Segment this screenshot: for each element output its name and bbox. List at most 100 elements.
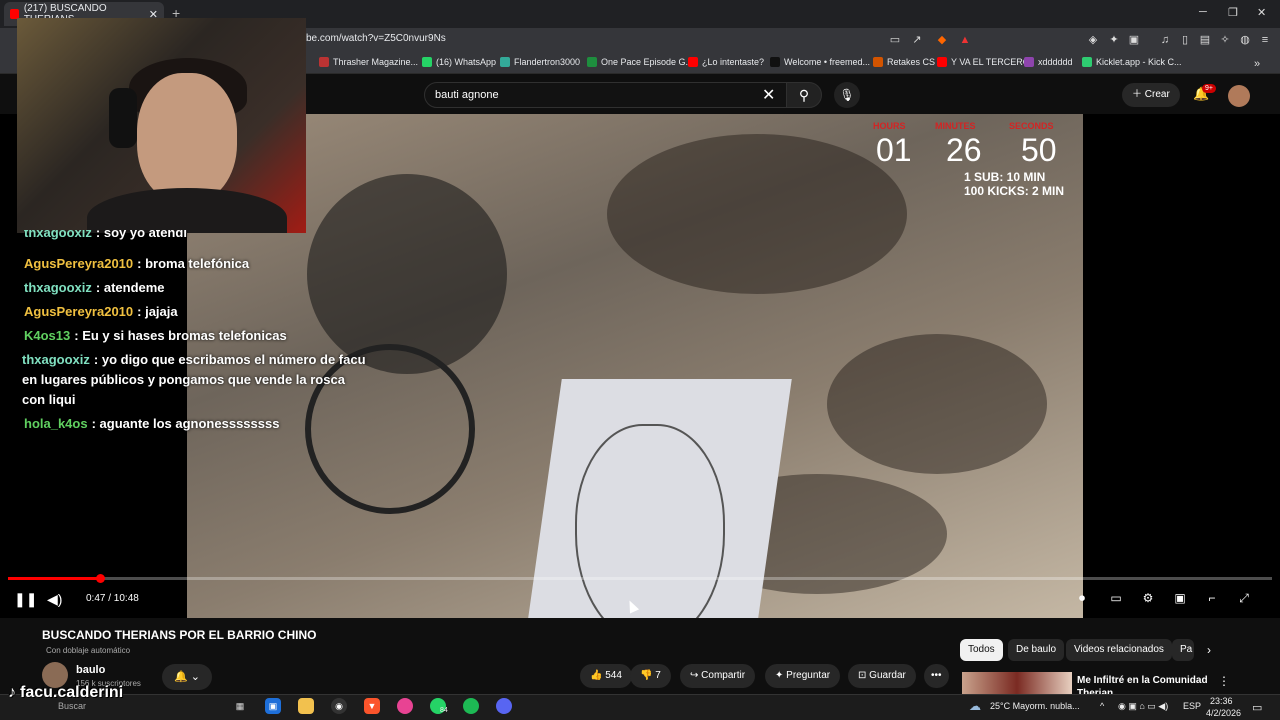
kicks-info-line: 100 KICKS: 2 MIN — [964, 184, 1065, 198]
bookmark-item[interactable]: Thrasher Magazine... — [319, 57, 418, 67]
app-icon[interactable] — [397, 698, 413, 714]
channel-name[interactable]: baulo — [76, 664, 105, 676]
chat-text: : jajaja — [137, 304, 178, 319]
chip-related[interactable]: Videos relacionados — [1066, 639, 1172, 661]
thumbs-down-icon: 👎 — [640, 670, 656, 681]
brave-icon[interactable]: ▼ — [364, 698, 380, 714]
search-button[interactable]: ⚲ — [786, 82, 822, 108]
menu-icon[interactable]: ≡ — [1258, 33, 1272, 47]
bookmark-favicon-icon — [770, 57, 780, 67]
taskbar-search[interactable]: Buscar — [58, 701, 86, 711]
volume-icon[interactable]: ◀) — [47, 591, 62, 608]
progress-fill — [8, 577, 100, 580]
task-view-icon[interactable]: ▦ — [232, 698, 248, 714]
tray-icons[interactable]: ◉ ▣ ⌂ ▭ ◀) — [1118, 701, 1168, 712]
bookmark-item[interactable]: Welcome • freemed... — [770, 57, 870, 67]
bookmark-label: Thrasher Magazine... — [333, 57, 419, 67]
progress-scrubber[interactable] — [96, 574, 105, 583]
language-indicator[interactable]: ESP — [1183, 701, 1201, 711]
bookmark-label: xdddddd — [1038, 57, 1073, 67]
chevron-right-icon[interactable]: › — [1207, 643, 1211, 657]
bookmark-favicon-icon — [587, 57, 597, 67]
watermark-handle: facu.calderini — [20, 684, 124, 701]
obs-icon[interactable]: ◉ — [331, 698, 347, 714]
timer-minutes-label: MINUTES — [935, 121, 976, 131]
save-label: Guardar — [869, 670, 906, 681]
puzzle-icon[interactable]: ✦ — [1107, 33, 1121, 47]
bookmark-favicon-icon — [1024, 57, 1034, 67]
account-avatar[interactable] — [1228, 85, 1250, 107]
rewards-icon[interactable]: ▲ — [958, 33, 972, 47]
bookmark-item[interactable]: Kicklet.app - Kick C... — [1082, 57, 1182, 67]
brave-shield-icon[interactable]: ◆ — [935, 33, 949, 47]
voice-search-button[interactable]: 🎙 — [834, 82, 860, 108]
create-button[interactable]: ＋ Crear — [1122, 83, 1180, 107]
cast-icon[interactable]: ⌐ — [1203, 591, 1221, 607]
bookmark-item[interactable]: (16) WhatsApp — [422, 57, 496, 67]
vpn-icon[interactable]: ◍ — [1238, 33, 1252, 47]
dislike-button[interactable]: 👎 7 — [630, 664, 671, 688]
bookmark-item[interactable]: One Pace Episode G... — [587, 57, 693, 67]
timer-minutes: 26 — [946, 132, 982, 168]
bookmark-item[interactable]: ¿Lo intentaste? — [688, 57, 764, 67]
theater-mode-icon[interactable]: ▣ — [1171, 591, 1189, 607]
url-field[interactable]: be.com/watch?v=Z5C0nvur9Ns — [306, 33, 446, 44]
close-window-button[interactable]: ✕ — [1257, 6, 1266, 19]
subscribed-bell-button[interactable]: 🔔 ⌄ — [162, 664, 212, 690]
chip-from-channel[interactable]: De baulo — [1008, 639, 1065, 661]
clock-date[interactable]: 4/2/2026 — [1206, 708, 1241, 718]
like-count: 544 — [605, 670, 622, 681]
bookmarks-overflow-icon[interactable]: » — [1250, 57, 1264, 71]
minimize-button[interactable]: ─ — [1199, 6, 1207, 18]
pause-icon[interactable]: ❚❚ — [14, 591, 37, 608]
tray-chevron-icon[interactable]: ^ — [1100, 701, 1104, 711]
search-input[interactable]: bauti agnone — [424, 82, 788, 108]
bookmark-label: ¿Lo intentaste? — [702, 57, 765, 67]
bookmark-item[interactable]: Retakes CS — [873, 57, 935, 67]
related-video-title[interactable]: Me Infiltré en la Comunidad Therian — [1077, 674, 1217, 696]
kebab-menu-icon[interactable]: ⋮ — [1218, 674, 1230, 688]
discord-icon[interactable] — [496, 698, 512, 714]
bookmark-favicon-icon — [319, 57, 329, 67]
maximize-button[interactable]: ❐ — [1228, 6, 1238, 19]
ask-button[interactable]: ✦ Preguntar — [765, 664, 841, 688]
weather-text[interactable]: 25°C Mayorm. nubla... — [990, 701, 1080, 711]
notification-center-icon[interactable]: ▭ — [1252, 701, 1262, 714]
screenshot-icon[interactable]: ▣ — [1127, 33, 1141, 47]
bookmark-icon: ⊡ — [858, 670, 870, 681]
chat-message: AgusPereyra2010: broma telefónica — [24, 254, 369, 274]
store-icon[interactable]: ▣ — [265, 698, 281, 714]
fullscreen-icon[interactable]: ⤢ — [1235, 591, 1253, 607]
captions-icon[interactable]: ▭ — [1107, 591, 1125, 607]
clock-time[interactable]: 23:36 — [1210, 696, 1233, 706]
spotify-icon[interactable] — [463, 698, 479, 714]
save-button[interactable]: ⊡ Guardar — [848, 664, 916, 688]
clear-search-icon[interactable]: ✕ — [762, 85, 775, 105]
file-explorer-icon[interactable] — [298, 698, 314, 714]
bookmark-item[interactable]: xdddddd — [1024, 57, 1073, 67]
chat-message: thxagooxiz: soy yo atendi — [24, 230, 369, 242]
leo-icon[interactable]: ✧ — [1218, 33, 1232, 47]
bookmark-item[interactable]: Y VA EL TERCERO — [937, 57, 1030, 67]
timer-hours: 01 — [876, 132, 912, 168]
music-icon[interactable]: ♫ — [1158, 33, 1172, 47]
sidebar-icon[interactable]: ▯ — [1178, 33, 1192, 47]
plus-icon: ＋ — [1132, 89, 1145, 100]
chip-partial[interactable]: Pa — [1172, 639, 1194, 661]
tiktok-watermark: ♪ facu.calderini — [8, 684, 123, 702]
more-actions-button[interactable]: ••• — [924, 664, 949, 688]
like-button[interactable]: 👍 544 — [580, 664, 632, 688]
autoplay-toggle[interactable]: ⏺ — [1073, 591, 1091, 607]
sparkle-icon: ✦ — [775, 670, 787, 681]
bookmark-favicon-icon — [500, 57, 510, 67]
wallet-icon[interactable]: ▤ — [1198, 33, 1212, 47]
bookmark-item[interactable]: Flandertron3000 — [500, 57, 580, 67]
dubbing-label: Con doblaje automático — [46, 646, 131, 655]
progress-bar[interactable] — [8, 577, 1272, 580]
chip-all[interactable]: Todos — [960, 639, 1003, 661]
install-icon[interactable]: ▭ — [888, 33, 902, 47]
share-button[interactable]: ↪ Compartir — [680, 664, 756, 688]
extension-icon[interactable]: ◈ — [1086, 33, 1100, 47]
share-icon[interactable]: ↗ — [910, 33, 924, 47]
settings-gear-icon[interactable]: ⚙ — [1139, 591, 1157, 607]
